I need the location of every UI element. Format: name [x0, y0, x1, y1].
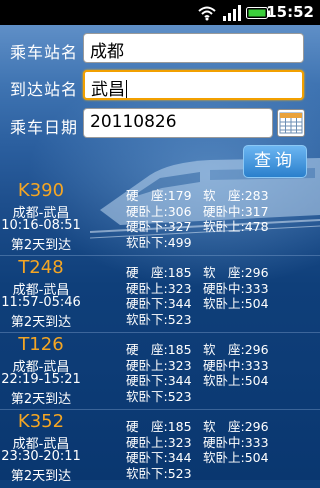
fare-row: 软卧下:499 — [126, 232, 316, 250]
text-cursor — [126, 80, 127, 98]
date-value: 20110826 — [90, 112, 177, 132]
main-screen: 乘车站名 成都 到达站名 武昌 乘车日期 20110826 查询 K390 成都… — [0, 25, 320, 484]
query-button[interactable]: 查询 — [243, 145, 307, 178]
status-bar: 15:52 — [0, 0, 320, 25]
status-time: 15:52 — [266, 3, 314, 21]
fare-cell: 软卧下:523 — [126, 465, 192, 481]
fare-row: 硬卧上:323 硬卧中:333 — [126, 432, 316, 450]
fare-table: 硬 座:179 软 座:283 硬卧上:306 硬卧中:317 硬卧下:327 软卧上:4… — [126, 185, 316, 250]
train-time: 11:57-05:46 — [1, 295, 81, 310]
from-station-input[interactable]: 成都 — [83, 33, 304, 63]
to-station-label: 到达站名 — [10, 80, 79, 99]
train-arrive-note: 第2天到达 — [10, 238, 72, 253]
fare-table: 硬 座:185 软 座:296 硬卧上:323 硬卧中:333 硬卧下:344 软卧上:5… — [126, 339, 316, 404]
fare-row: 硬卧上:306 硬卧中:317 — [126, 201, 316, 219]
fare-row: 硬卧上:323 硬卧中:333 — [126, 278, 316, 296]
fare-cell: 软卧下:523 — [126, 311, 192, 327]
fare-cell: 软卧下:499 — [126, 234, 192, 250]
train-arrive-note: 第2天到达 — [10, 392, 72, 407]
fare-row: 硬 座:185 软 座:296 — [126, 416, 316, 434]
to-station-row: 到达站名 武昌 — [0, 70, 320, 104]
from-station-label: 乘车站名 — [10, 43, 79, 62]
calendar-button[interactable] — [277, 109, 305, 137]
fare-table: 硬 座:185 软 座:296 硬卧上:323 硬卧中:333 硬卧下:344 软卧上:5… — [126, 262, 316, 327]
train-number: K352 — [17, 411, 65, 432]
fare-row: 硬卧上:323 硬卧中:333 — [126, 355, 316, 373]
fare-row: 硬卧下:344 软卧上:504 — [126, 293, 316, 311]
to-station-input[interactable]: 武昌 — [83, 70, 304, 100]
fare-row: 软卧下:523 — [126, 463, 316, 481]
train-list-item[interactable]: T248 成都-武昌 11:57-05:46 第2天到达硬 座:185 软 座:296 硬… — [0, 255, 320, 334]
train-time: 10:16-08:51 — [1, 218, 81, 233]
date-row: 乘车日期 20110826 — [0, 108, 320, 142]
fare-row: 硬卧下:344 软卧上:504 — [126, 447, 316, 465]
train-number: T248 — [18, 257, 64, 278]
wifi-icon — [198, 6, 216, 21]
train-list-item[interactable]: T126 成都-武昌 22:19-15:21 第2天到达硬 座:185 软 座:296 硬… — [0, 332, 320, 411]
train-number: T126 — [18, 334, 64, 355]
from-station-row: 乘车站名 成都 — [0, 33, 320, 67]
fare-row: 硬 座:185 软 座:296 — [126, 262, 316, 280]
train-results-list: K390 成都-武昌 10:16-08:51 第2天到达硬 座:179 软 座:283 硬… — [0, 180, 320, 488]
to-station-value: 武昌 — [91, 80, 125, 100]
signal-icon — [223, 5, 241, 21]
fare-row: 硬 座:185 软 座:296 — [126, 339, 316, 357]
calendar-icon — [279, 112, 303, 134]
train-time: 22:19-15:21 — [1, 372, 81, 387]
fare-row: 软卧下:523 — [126, 309, 316, 327]
train-arrive-note: 第2天到达 — [10, 315, 72, 330]
fare-row: 硬卧下:327 软卧上:478 — [126, 216, 316, 234]
date-label: 乘车日期 — [10, 118, 79, 137]
date-input[interactable]: 20110826 — [83, 108, 273, 138]
train-list-item[interactable]: K390 成都-武昌 10:16-08:51 第2天到达硬 座:179 软 座:283 硬… — [0, 180, 320, 257]
train-number: K390 — [17, 180, 65, 201]
train-arrive-note: 第2天到达 — [10, 469, 72, 484]
train-list-item[interactable]: K352 成都-武昌 23:30-20:11 第2天到达硬 座:185 软 座:296 硬… — [0, 409, 320, 488]
train-time: 23:30-20:11 — [1, 449, 81, 464]
fare-row: 硬卧下:344 软卧上:504 — [126, 370, 316, 388]
fare-row: 软卧下:523 — [126, 386, 316, 404]
fare-cell: 软卧下:523 — [126, 388, 192, 404]
fare-table: 硬 座:185 软 座:296 硬卧上:323 硬卧中:333 硬卧下:344 软卧上:5… — [126, 416, 316, 481]
fare-row: 硬 座:179 软 座:283 — [126, 185, 316, 203]
from-station-value: 成都 — [90, 42, 124, 62]
